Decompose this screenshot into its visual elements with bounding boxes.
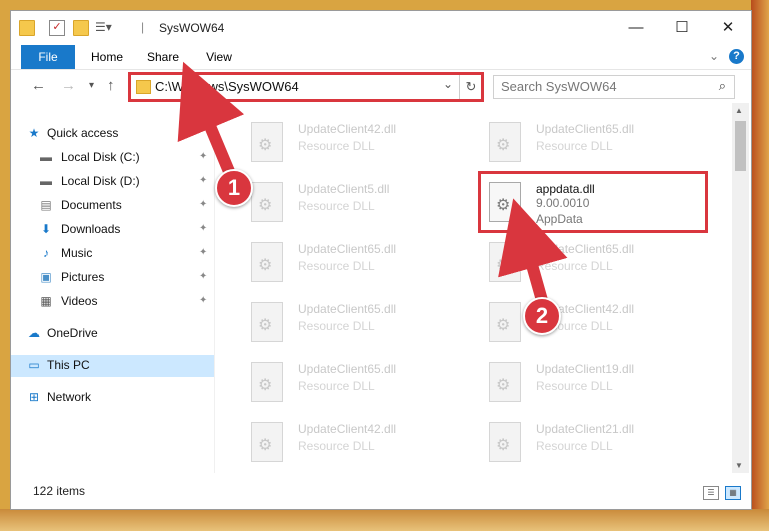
step-2-badge: 2 <box>523 297 561 335</box>
desktop-background-bottom <box>0 509 769 531</box>
tutorial-arrows <box>177 61 568 317</box>
desktop-background-right <box>751 0 769 531</box>
arrow-to-address-bar <box>177 61 245 187</box>
file-explorer-window: ✓ ☰▾ | SysWOW64 — ☐ ✕ File Home Share Vi… <box>10 10 752 510</box>
step-1-badge: 1 <box>215 169 253 207</box>
